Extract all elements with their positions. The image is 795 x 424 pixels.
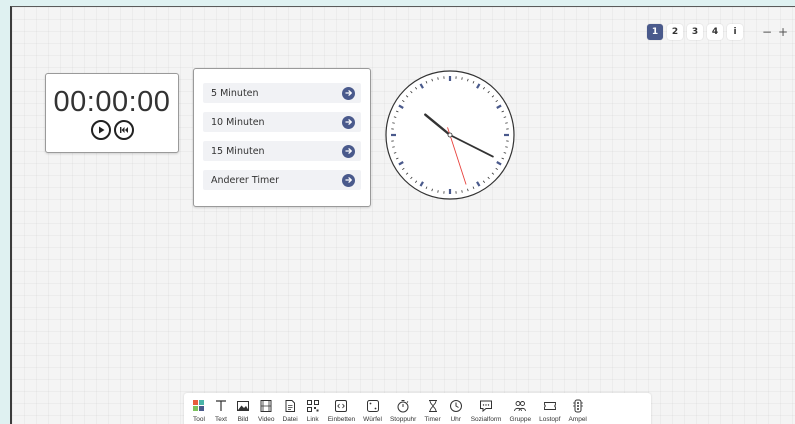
image-icon [237, 401, 249, 411]
bottom-toolbar: Tool Text Bild Video Datei Link Einbetten Würfe… [184, 393, 651, 424]
clock-icon [449, 400, 462, 412]
text-icon [216, 400, 226, 411]
timer-preset-label: 5 Minuten [211, 87, 259, 99]
stopwatch-widget[interactable]: 00:00:00 [45, 73, 179, 153]
page-button-2[interactable]: 2 [667, 24, 683, 40]
arrow-right-icon[interactable] [342, 144, 355, 158]
tool-stoppuhr-button[interactable]: Stoppuhr [390, 393, 416, 424]
tool-logo-icon [193, 400, 204, 411]
tool-wuerfel-button[interactable]: Würfel [363, 393, 382, 424]
tool-timer-button[interactable]: Timer [424, 393, 441, 424]
speech-bubble-icon [480, 400, 493, 413]
page-button-3[interactable]: 3 [687, 24, 703, 40]
traffic-light-icon [572, 399, 583, 413]
play-icon [98, 126, 104, 134]
tool-label: Uhr [450, 416, 461, 423]
play-button[interactable] [90, 120, 111, 140]
clock-minute-tick [505, 146, 508, 148]
tool-label: Gruppe [509, 416, 532, 423]
tool-lostopf-button[interactable]: Lostopf [539, 393, 560, 424]
clock-minute-tick [461, 190, 463, 193]
tool-einbetten-button[interactable]: Einbetten [328, 393, 355, 424]
tool-label: Link [306, 416, 319, 423]
timer-preset-15[interactable]: 15 Minuten [203, 141, 361, 161]
tool-label: Datei [282, 416, 298, 423]
page-button-1[interactable]: 1 [647, 24, 663, 40]
video-icon [260, 400, 272, 412]
clock-minute-tick [437, 190, 439, 193]
timer-preset-5[interactable]: 5 Minuten [203, 83, 361, 103]
file-icon [285, 400, 296, 412]
stopwatch-icon [397, 400, 409, 413]
timer-preset-label: Anderer Timer [211, 174, 280, 186]
arrow-right-icon[interactable] [342, 86, 355, 100]
tool-tool-button[interactable]: Tool [192, 393, 206, 424]
tool-label: Text [215, 416, 227, 423]
tool-label: Einbetten [327, 416, 356, 423]
ticket-icon [543, 402, 556, 410]
tool-label: Tool [193, 416, 205, 423]
arrow-right-icon[interactable] [342, 115, 355, 129]
clock-minute-tick [505, 122, 508, 124]
tool-text-button[interactable]: Text [214, 393, 228, 424]
tool-label: Video [258, 416, 275, 423]
tool-label: Sozialform [470, 416, 502, 423]
hourglass-icon [428, 400, 437, 412]
tool-video-button[interactable]: Video [258, 393, 275, 424]
tool-label: Würfel [363, 416, 382, 423]
analog-clock[interactable] [384, 69, 516, 201]
tool-gruppe-button[interactable]: Gruppe [509, 393, 531, 424]
stopwatch-time: 00:00:00 [53, 86, 171, 118]
timer-preset-label: 10 Minuten [211, 116, 265, 128]
timer-preset-label: 15 Minuten [211, 145, 265, 157]
tool-datei-button[interactable]: Datei [283, 393, 298, 424]
timer-preset-custom[interactable]: Anderer Timer [203, 170, 361, 190]
tool-label: Lostopf [539, 416, 561, 423]
rewind-icon [119, 127, 128, 133]
tool-link-button[interactable]: Link [306, 393, 320, 424]
timer-preset-list: 5 Minuten 10 Minuten 15 Minuten Anderer … [193, 68, 371, 207]
tool-label: Bild [237, 416, 249, 423]
reset-button[interactable] [113, 120, 134, 140]
tool-ampel-button[interactable]: Ampel [568, 393, 587, 424]
clock-minute-tick [392, 146, 395, 148]
page-button-4[interactable]: 4 [707, 24, 723, 40]
timer-preset-10[interactable]: 10 Minuten [203, 112, 361, 132]
tool-sozialform-button[interactable]: Sozialform [470, 393, 502, 424]
clock-minute-tick [461, 77, 463, 80]
tool-label: Stoppuhr [389, 416, 417, 423]
tool-label: Timer [424, 416, 441, 423]
group-icon [514, 401, 527, 412]
qr-code-icon [306, 400, 319, 412]
clock-minute-tick [392, 122, 395, 124]
arrow-right-icon[interactable] [342, 173, 355, 187]
zoom-out-button[interactable]: − [761, 25, 773, 39]
tool-bild-button[interactable]: Bild [236, 393, 250, 424]
whiteboard-canvas[interactable]: 1 2 3 4 i − + 00:00:00 5 Minuten 10 Minu… [10, 6, 795, 424]
dice-icon [366, 400, 379, 412]
tool-label: Ampel [568, 416, 587, 423]
page-navigation: 1 2 3 4 i − + [647, 24, 789, 40]
tool-uhr-button[interactable]: Uhr [449, 393, 463, 424]
clock-center [447, 132, 453, 138]
clock-minute-tick [437, 77, 439, 80]
zoom-in-button[interactable]: + [777, 25, 789, 39]
info-button[interactable]: i [727, 24, 743, 40]
embed-icon [335, 400, 348, 412]
